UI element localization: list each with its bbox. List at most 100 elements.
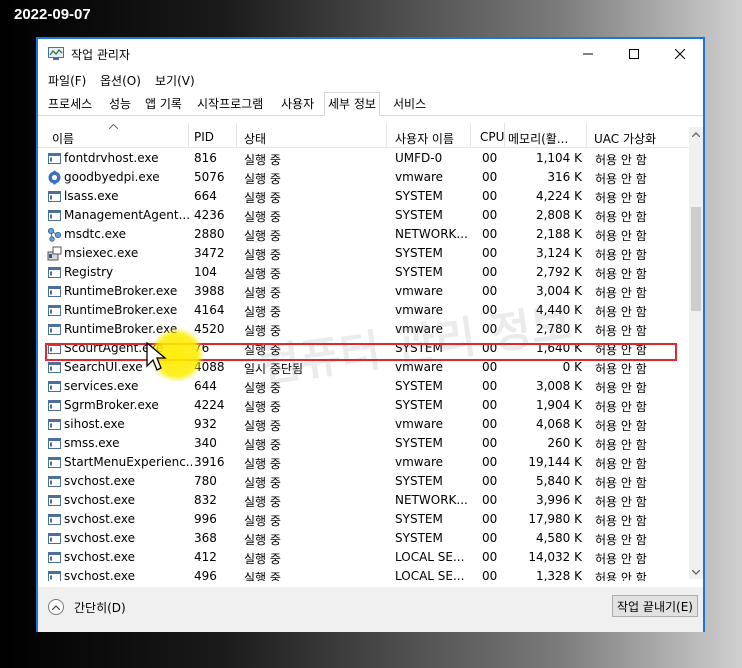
process-status: 실행 중 [244, 514, 281, 528]
column-divider[interactable] [236, 123, 237, 147]
tab-app-history[interactable]: 앱 기록 [142, 95, 185, 115]
process-user: SYSTEM [395, 398, 443, 412]
process-user: LOCAL SE... [395, 569, 465, 581]
process-row[interactable]: RuntimeBroker.exe 4520 실행 중 vmware 00 2,780 K… [38, 320, 689, 339]
process-uac: 허용 안 함 [595, 400, 647, 414]
column-header-name[interactable]: 이름 [52, 130, 74, 147]
process-pid: 3988 [194, 284, 225, 298]
process-name: StartMenuExperienc... [64, 455, 192, 469]
column-header-user[interactable]: 사용자 이름 [395, 130, 454, 147]
scroll-up-button[interactable] [689, 127, 703, 141]
column-header-memory[interactable]: 메모리(활... [508, 130, 568, 147]
maximize-icon [629, 49, 639, 59]
process-row[interactable]: ScourtAgent.exe 76 실행 중 SYSTEM 00 1,640 K 허용 안… [38, 339, 689, 358]
tab-services[interactable]: 서비스 [390, 95, 429, 115]
process-row[interactable]: fontdrvhost.exe 816 실행 중 UMFD-0 00 1,104 K 허용 … [38, 149, 689, 168]
process-pid: 496 [194, 569, 217, 581]
process-cpu: 00 [482, 398, 498, 412]
process-user: vmware [395, 360, 444, 374]
process-memory: 2,188 K [535, 227, 582, 241]
title-bar[interactable]: 작업 관리자 [38, 39, 703, 69]
process-row[interactable]: svchost.exe 996 실행 중 SYSTEM 00 17,980 K 허용 안 함 [38, 510, 689, 529]
process-status: 실행 중 [244, 552, 281, 566]
end-task-button[interactable]: 작업 끝내기(E) [612, 595, 698, 617]
tab-details[interactable]: 세부 정보 [324, 92, 380, 116]
column-header-uac[interactable]: UAC 가상화 [594, 130, 656, 147]
process-list: fontdrvhost.exe 816 실행 중 UMFD-0 00 1,104 K 허용 … [38, 149, 689, 581]
process-cpu: 00 [482, 474, 498, 488]
process-status: 실행 중 [244, 229, 281, 243]
process-memory: 2,780 K [535, 322, 582, 336]
process-row[interactable]: ManagementAgent... 4236 실행 중 SYSTEM 00 2,808 … [38, 206, 689, 225]
tab-users[interactable]: 사용자 [278, 95, 317, 115]
process-cpu: 00 [482, 170, 498, 184]
column-divider[interactable] [470, 123, 471, 147]
close-button[interactable] [657, 39, 703, 69]
column-divider[interactable] [386, 123, 387, 147]
scroll-thumb[interactable] [691, 207, 701, 311]
collapse-button[interactable]: 간단히(D) [48, 597, 126, 617]
process-pid: 368 [194, 531, 217, 545]
vertical-scrollbar[interactable] [689, 127, 703, 579]
process-user: SYSTEM [395, 379, 443, 393]
process-uac: 허용 안 함 [595, 210, 647, 224]
tab-startup[interactable]: 시작프로그램 [194, 95, 266, 115]
process-cpu: 00 [482, 227, 498, 241]
process-uac: 허용 안 함 [595, 362, 647, 376]
process-memory: 1,640 K [535, 341, 582, 355]
process-row[interactable]: svchost.exe 496 실행 중 LOCAL SE... 00 1,328 K 허용… [38, 567, 689, 581]
process-row[interactable]: lsass.exe 664 실행 중 SYSTEM 00 4,224 K 허용 안 함 [38, 187, 689, 206]
menu-file[interactable]: 파일(F) [48, 72, 86, 89]
process-name: Registry [64, 265, 114, 279]
process-name: msiexec.exe [64, 246, 139, 260]
process-row[interactable]: msiexec.exe 3472 실행 중 SYSTEM 00 3,124 K 허용 안 함 [38, 244, 689, 263]
column-divider[interactable] [586, 123, 587, 147]
process-row[interactable]: RuntimeBroker.exe 4164 실행 중 vmware 00 4,440 K… [38, 301, 689, 320]
process-uac: 허용 안 함 [595, 495, 647, 509]
menu-options[interactable]: 옵션(O) [100, 72, 141, 89]
process-row[interactable]: svchost.exe 412 실행 중 LOCAL SE... 00 14,032 K 허… [38, 548, 689, 567]
process-row[interactable]: SgrmBroker.exe 4224 실행 중 SYSTEM 00 1,904 K 허용 … [38, 396, 689, 415]
process-uac: 허용 안 함 [595, 457, 647, 471]
process-uac: 허용 안 함 [595, 191, 647, 205]
process-row[interactable]: smss.exe 340 실행 중 SYSTEM 00 260 K 허용 안 함 [38, 434, 689, 453]
process-uac: 허용 안 함 [595, 267, 647, 281]
process-name: ManagementAgent... [64, 208, 191, 222]
process-user: UMFD-0 [395, 151, 443, 165]
process-row[interactable]: sihost.exe 932 실행 중 vmware 00 4,068 K 허용 안 함 [38, 415, 689, 434]
process-row[interactable]: SearchUI.exe 4088 일시 중단됨 vmware 00 0 K 허용 안 함 [38, 358, 689, 377]
process-user: NETWORK... [395, 227, 468, 241]
tab-processes[interactable]: 프로세스 [45, 95, 95, 115]
scroll-down-button[interactable] [689, 565, 703, 579]
column-divider[interactable] [188, 123, 189, 147]
task-manager-icon [48, 47, 64, 60]
exe-window-icon [47, 284, 62, 299]
process-row[interactable]: StartMenuExperienc... 3916 실행 중 vmware 00 19,… [38, 453, 689, 472]
exe-window-icon [47, 303, 62, 318]
maximize-button[interactable] [611, 39, 657, 69]
process-row[interactable]: svchost.exe 780 실행 중 SYSTEM 00 5,840 K 허용 안 함 [38, 472, 689, 491]
exe-window-icon [47, 493, 62, 508]
tab-performance[interactable]: 성능 [106, 95, 134, 115]
column-header-status[interactable]: 상태 [244, 130, 266, 147]
process-row[interactable]: goodbyedpi.exe 5076 실행 중 vmware 00 316 K 허용 안 … [38, 168, 689, 187]
process-row[interactable]: svchost.exe 368 실행 중 SYSTEM 00 4,580 K 허용 안 함 [38, 529, 689, 548]
process-status: 일시 중단됨 [244, 362, 304, 376]
menu-view[interactable]: 보기(V) [155, 72, 195, 89]
process-cpu: 00 [482, 265, 498, 279]
minimize-button[interactable] [565, 39, 611, 69]
process-row[interactable]: RuntimeBroker.exe 3988 실행 중 vmware 00 3,004 K… [38, 282, 689, 301]
process-pid: 996 [194, 512, 217, 526]
collapse-label: 간단히(D) [74, 600, 126, 615]
process-row[interactable]: services.exe 644 실행 중 SYSTEM 00 3,008 K 허용 안 함 [38, 377, 689, 396]
column-header-pid[interactable]: PID [194, 130, 214, 144]
column-divider[interactable] [504, 123, 505, 147]
process-memory: 17,980 K [528, 512, 582, 526]
process-cpu: 00 [482, 246, 498, 260]
exe-window-icon [47, 436, 62, 451]
column-header-cpu[interactable]: CPU [480, 130, 504, 144]
exe-window-icon [47, 341, 62, 356]
process-row[interactable]: svchost.exe 832 실행 중 NETWORK... 00 3,996 K 허용 … [38, 491, 689, 510]
process-row[interactable]: Registry 104 실행 중 SYSTEM 00 2,792 K 허용 안 함 [38, 263, 689, 282]
process-row[interactable]: msdtc.exe 2880 실행 중 NETWORK... 00 2,188 K 허용 안… [38, 225, 689, 244]
